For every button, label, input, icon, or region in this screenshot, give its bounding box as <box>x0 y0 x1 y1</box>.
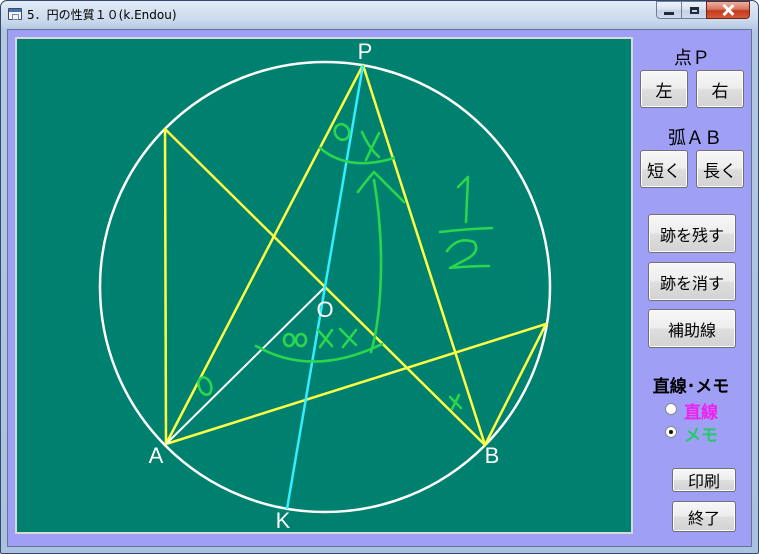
arc-shorter-button[interactable]: 短く <box>640 150 688 188</box>
radio-line-mode-label[interactable]: 直線 <box>684 398 718 423</box>
point-p-label: P <box>358 39 373 64</box>
auxiliary-line-button[interactable]: 補助線 <box>648 309 736 348</box>
point-a-label: A <box>149 443 164 468</box>
memo-fraction-bar <box>438 226 494 234</box>
segment-rb <box>483 322 548 447</box>
print-button[interactable]: 印刷 <box>672 468 736 492</box>
memo-circle-mark-o-1 <box>282 332 296 348</box>
arc-longer-button[interactable]: 長く <box>696 150 744 188</box>
segment-pa <box>164 63 365 446</box>
point-p-group-label: 点Ｐ <box>674 48 710 69</box>
memo-fraction-one <box>456 175 470 224</box>
memo-fraction-two <box>445 239 491 270</box>
keep-trace-button[interactable]: 跡を残す <box>648 214 736 253</box>
radio-memo-mode[interactable] <box>665 426 677 438</box>
point-o-label: O <box>316 297 333 322</box>
geometry-figure: P A B O K <box>98 39 552 532</box>
clear-trace-button[interactable]: 跡を消す <box>648 262 736 301</box>
maximize-button[interactable] <box>681 1 707 19</box>
window-title: 5．円の性質１０(k.Endou) <box>27 8 177 22</box>
diameter-pk <box>285 64 365 510</box>
radio-memo-mode-label[interactable]: メモ <box>684 421 718 446</box>
arc-ab-group-label: 弧ＡＢ <box>668 128 722 149</box>
memo-x-marks-o <box>316 327 358 349</box>
close-icon <box>722 4 734 16</box>
minimize-icon <box>664 11 674 15</box>
radio-line-mode[interactable] <box>665 403 677 415</box>
move-p-left-button[interactable]: 左 <box>640 70 688 108</box>
quit-button[interactable]: 終了 <box>672 501 736 532</box>
mode-group-label: 直線･メモ <box>652 377 730 397</box>
segment-ta <box>163 127 168 446</box>
close-button[interactable] <box>706 1 750 19</box>
point-b-label: B <box>485 443 500 468</box>
app-window-icon[interactable] <box>8 8 22 20</box>
memo-x-mark-b <box>448 393 463 411</box>
memo-angle-arc-p <box>318 146 396 165</box>
segment-ar <box>164 322 548 446</box>
move-p-right-button[interactable]: 右 <box>696 70 744 108</box>
memo-circle-mark-o-2 <box>294 332 308 348</box>
memo-strokes <box>197 122 494 411</box>
minimize-button[interactable] <box>656 1 682 19</box>
app-window: 5．円の性質１０(k.Endou) P A B O K 点Ｐ 左 右 弧ＡＢ 短… <box>0 0 759 554</box>
memo-circle-mark-a <box>197 375 213 397</box>
drawing-canvas[interactable]: P A B O K <box>15 37 633 534</box>
memo-x-mark-p <box>360 130 381 162</box>
maximize-icon <box>689 6 699 14</box>
point-k-label: K <box>276 508 291 532</box>
